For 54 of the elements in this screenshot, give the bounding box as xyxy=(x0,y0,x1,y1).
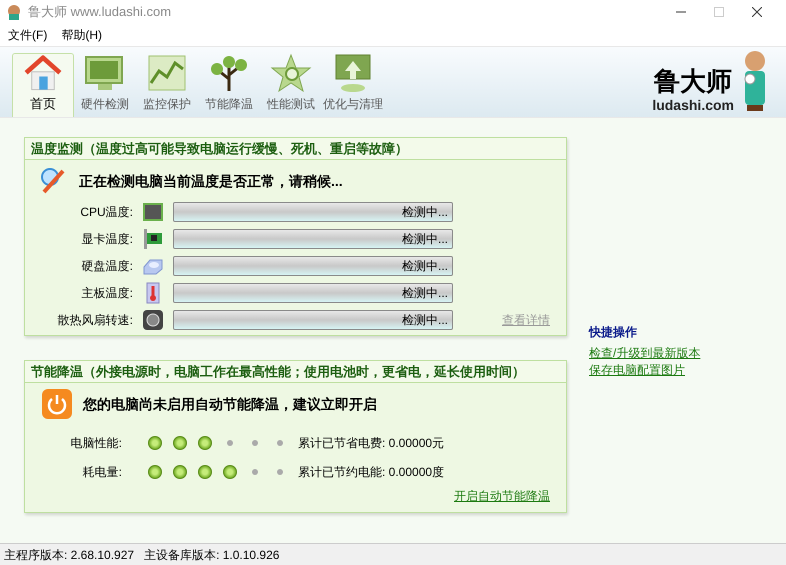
level-dot-empty xyxy=(276,440,282,446)
status-message: 您的电脑尚未启用自动节能降温，建议立即开启 xyxy=(83,394,377,414)
panel-title: 温度监测（温度过高可能导致电脑运行缓慢、死机、重启等故障） xyxy=(25,138,566,160)
savings-note: 累计已节省电费: 0.00000元 xyxy=(298,435,444,452)
level-dot-filled xyxy=(172,465,186,479)
toolbar-tab[interactable]: 优化与清理 xyxy=(322,53,384,117)
savings-note: 累计已节约电能: 0.00000度 xyxy=(298,464,444,481)
menu-item[interactable]: 文件(F) xyxy=(8,26,48,44)
logo-name: 鲁大师 xyxy=(654,67,732,97)
graphics-card-icon xyxy=(142,228,164,250)
status-message: 正在检测电脑当前温度是否正常，请稍候... xyxy=(79,172,343,190)
sensor-label: CPU温度: xyxy=(79,204,133,221)
sensor-label: 硬盘温度: xyxy=(80,258,133,275)
version-text: 主设备库版本: 1.0.10.926 xyxy=(144,546,280,564)
sensor-label: 显卡温度: xyxy=(80,231,133,248)
progress-bar: 检测中... xyxy=(173,256,453,276)
level-dot-filled xyxy=(222,465,236,479)
level-dot-filled xyxy=(148,436,162,450)
quick-action-link[interactable]: 保存电脑配置图片 xyxy=(589,362,700,379)
enable-link[interactable]: 开启自动节能降温 xyxy=(454,487,550,505)
toolbar-tab[interactable]: 节能降温 xyxy=(198,53,260,117)
level-dot-filled xyxy=(172,436,186,450)
level-dot-filled xyxy=(148,465,162,479)
meter-label: 电脑性能: xyxy=(70,435,122,452)
star-magnifier-icon xyxy=(269,53,313,93)
level-dot-empty xyxy=(252,469,258,475)
quick-actions-title: 快捷操作 xyxy=(589,324,638,341)
sensor-label: 散热风扇转速: xyxy=(56,312,133,329)
progress-bar: 检测中... xyxy=(173,202,453,222)
window-title: 鲁大师 www.ludashi.com xyxy=(28,3,172,22)
toolbar-tab[interactable]: 硬件检测 xyxy=(74,53,136,117)
menu-item[interactable]: 帮助(H) xyxy=(61,26,102,44)
progress-bar: 检测中... xyxy=(173,310,453,330)
level-dot-empty xyxy=(252,440,258,446)
chip-icon xyxy=(142,201,164,223)
level-dot-empty xyxy=(276,469,282,475)
version-text: 主程序版本: 2.68.10.927 xyxy=(4,546,134,564)
fan-icon xyxy=(142,309,164,331)
logo-site: ludashi.com xyxy=(652,97,734,113)
close-icon[interactable] xyxy=(752,7,762,17)
meter-label: 耗电量: xyxy=(82,464,122,481)
level-dot-filled xyxy=(198,436,212,450)
panel-title: 节能降温（外接电源时，电脑工作在最高性能；使用电池时，更省电，延长使用时间） xyxy=(25,361,566,383)
sensor-label: 主板温度: xyxy=(80,285,133,302)
level-dot-empty xyxy=(226,440,232,446)
toolbar-tab[interactable]: 首页 xyxy=(12,53,74,117)
progress-bar: 检测中... xyxy=(173,283,453,303)
power-icon xyxy=(41,388,73,420)
toolbar-tab[interactable]: 监控保护 xyxy=(136,53,198,117)
app-logo-icon xyxy=(6,4,22,20)
progress-bar: 检测中... xyxy=(173,229,453,249)
toolbar-tab[interactable]: 性能测试 xyxy=(260,53,322,117)
quick-action-link[interactable]: 检查/升级到最新版本 xyxy=(589,345,700,362)
level-dot-filled xyxy=(198,465,212,479)
